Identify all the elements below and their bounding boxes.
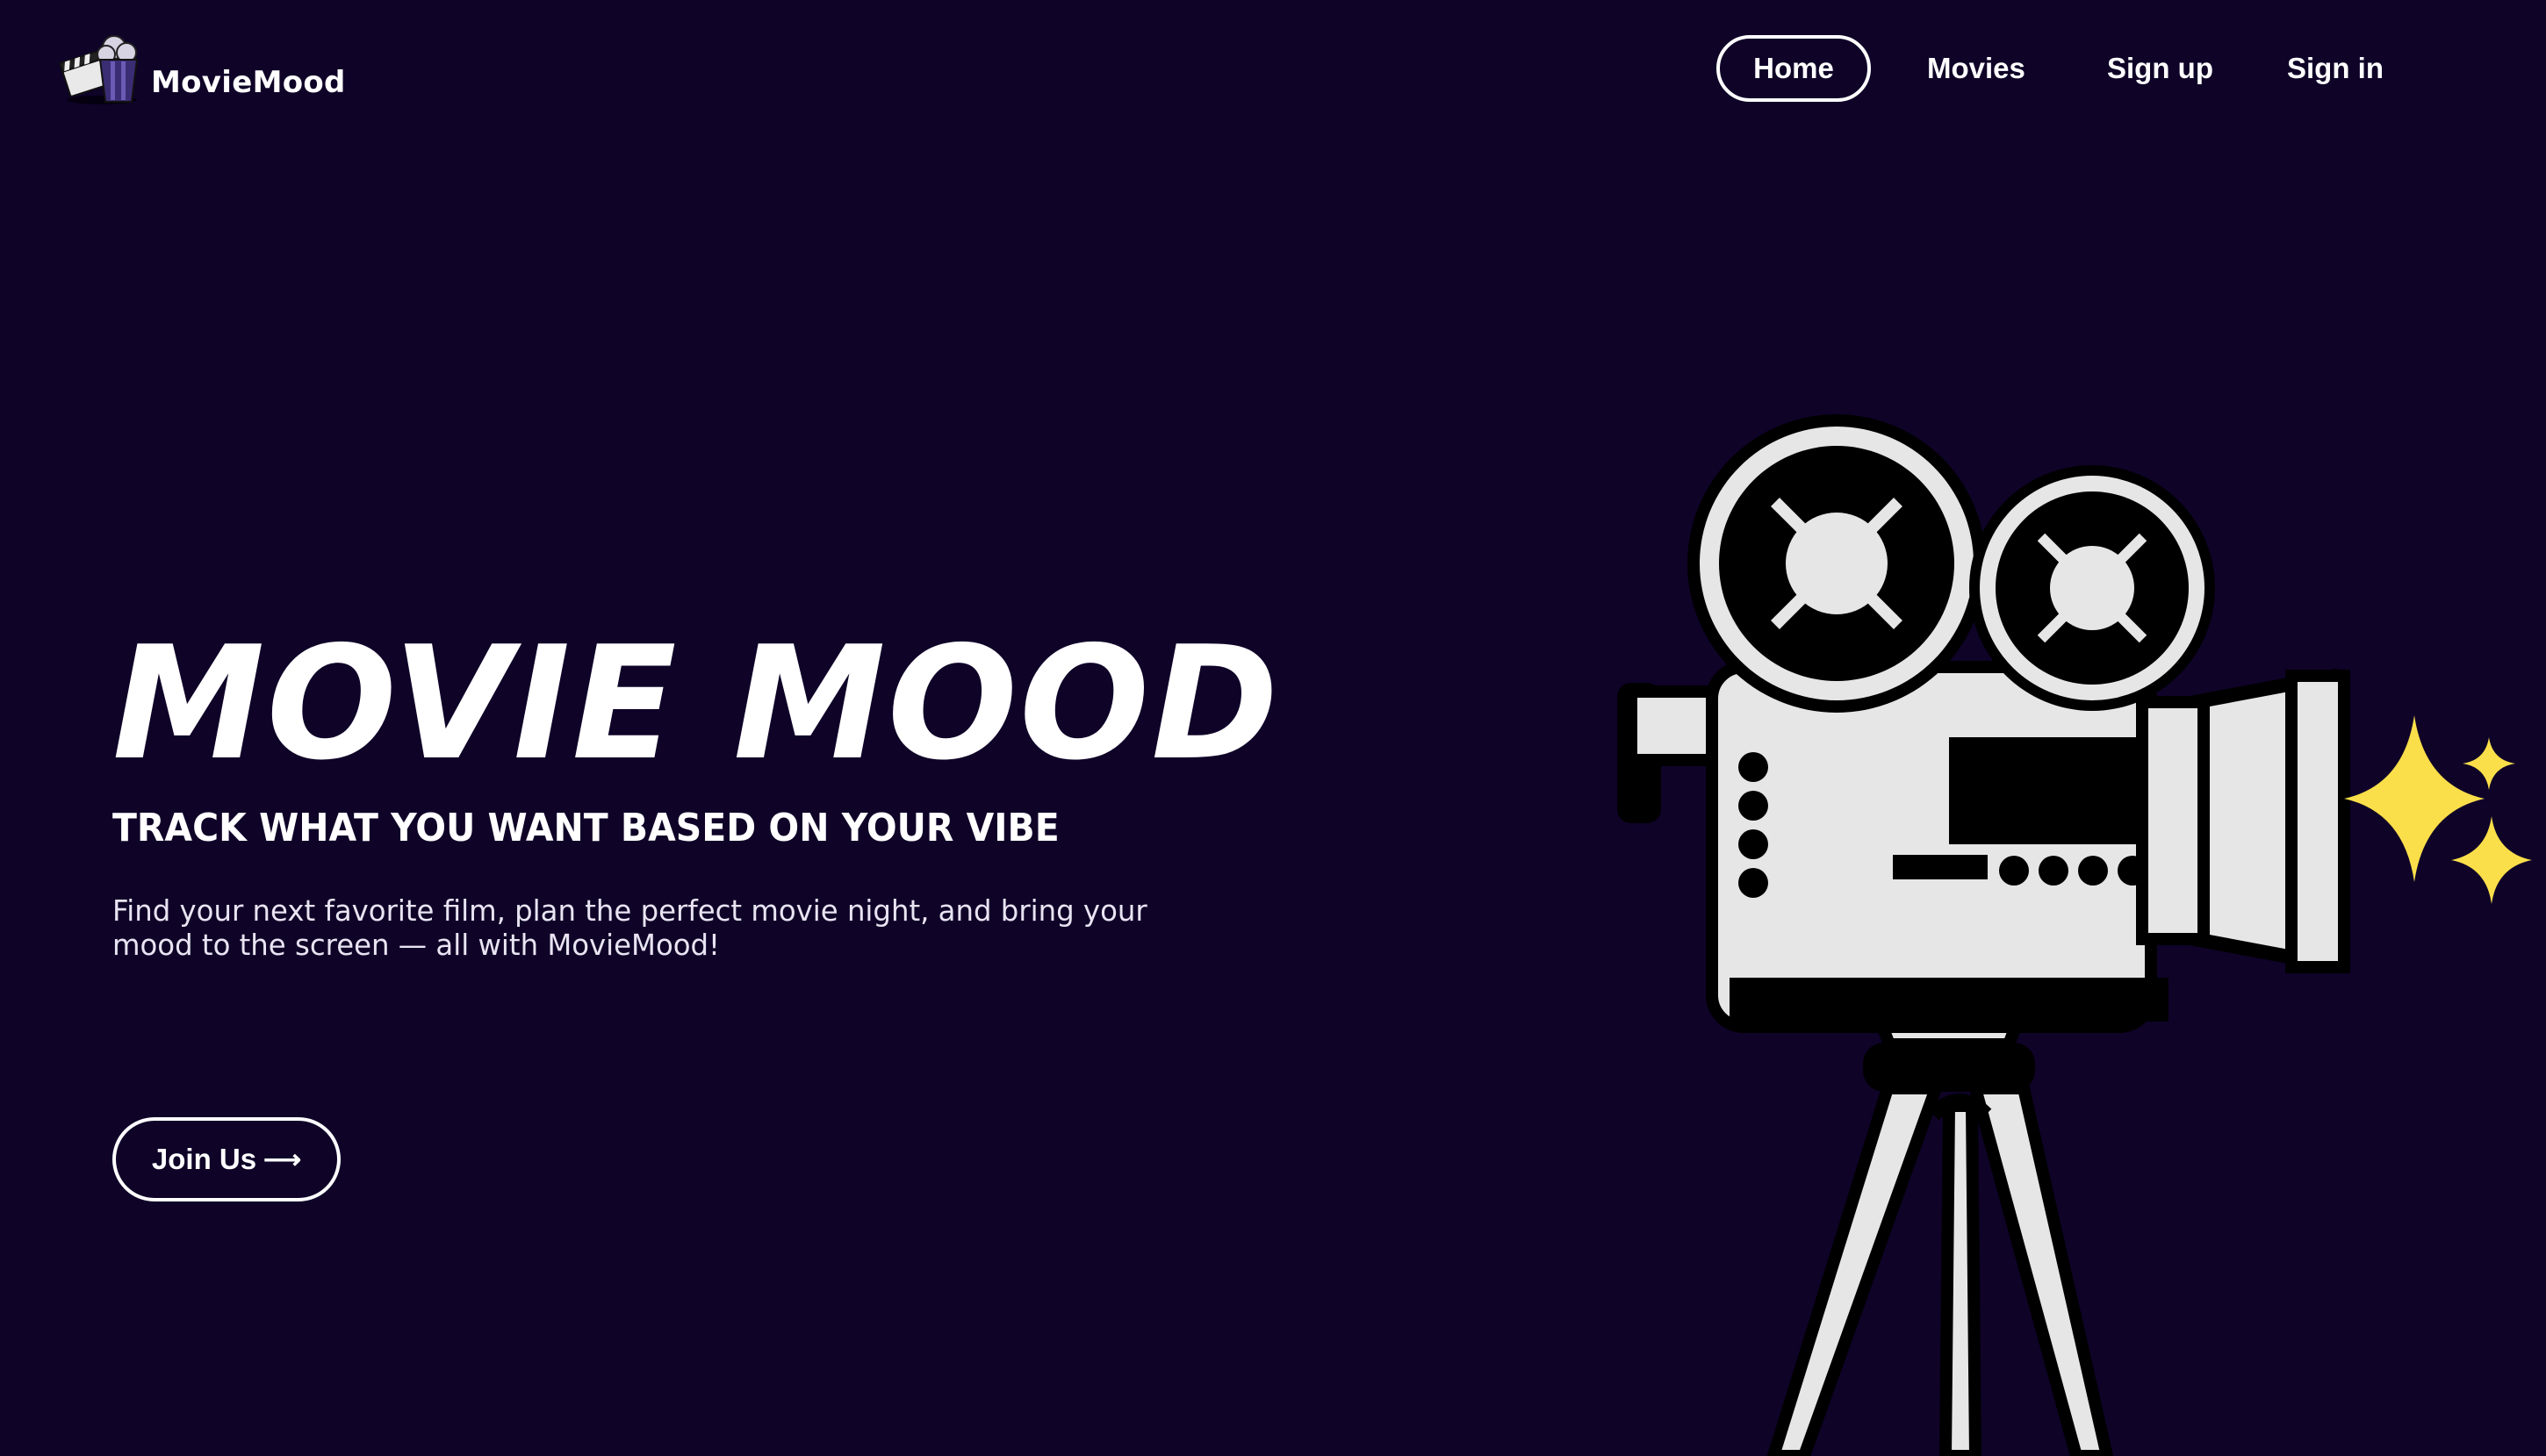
nav-movies[interactable]: Movies — [1927, 35, 2025, 102]
sparkles-icon — [2344, 715, 2532, 904]
tripod — [1767, 977, 2113, 1456]
film-reel-small — [1969, 465, 2215, 711]
brand-name: MovieMood — [151, 65, 346, 100]
nav-sign-in[interactable]: Sign in — [2287, 35, 2384, 102]
popcorn-clapperboard-icon — [58, 35, 139, 104]
film-camera-on-tripod-icon — [1617, 414, 2532, 1456]
hero-title: MOVIE MOOD — [112, 613, 1281, 794]
film-reel-large — [1687, 414, 1986, 713]
join-us-button[interactable]: Join Us ⟶ — [112, 1117, 341, 1201]
hero-description: Find your next favorite film, plan the p… — [112, 893, 1147, 962]
nav-home[interactable]: Home — [1716, 35, 1871, 102]
nav-sign-up[interactable]: Sign up — [2107, 35, 2213, 102]
join-us-label: Join Us — [151, 1143, 257, 1175]
hero-subtitle: TRACK WHAT YOU WANT BASED ON YOUR VIBE — [112, 806, 1060, 850]
brand-logo[interactable]: MovieMood — [58, 26, 346, 107]
long-arrow-right-icon: ⟶ — [263, 1144, 302, 1174]
